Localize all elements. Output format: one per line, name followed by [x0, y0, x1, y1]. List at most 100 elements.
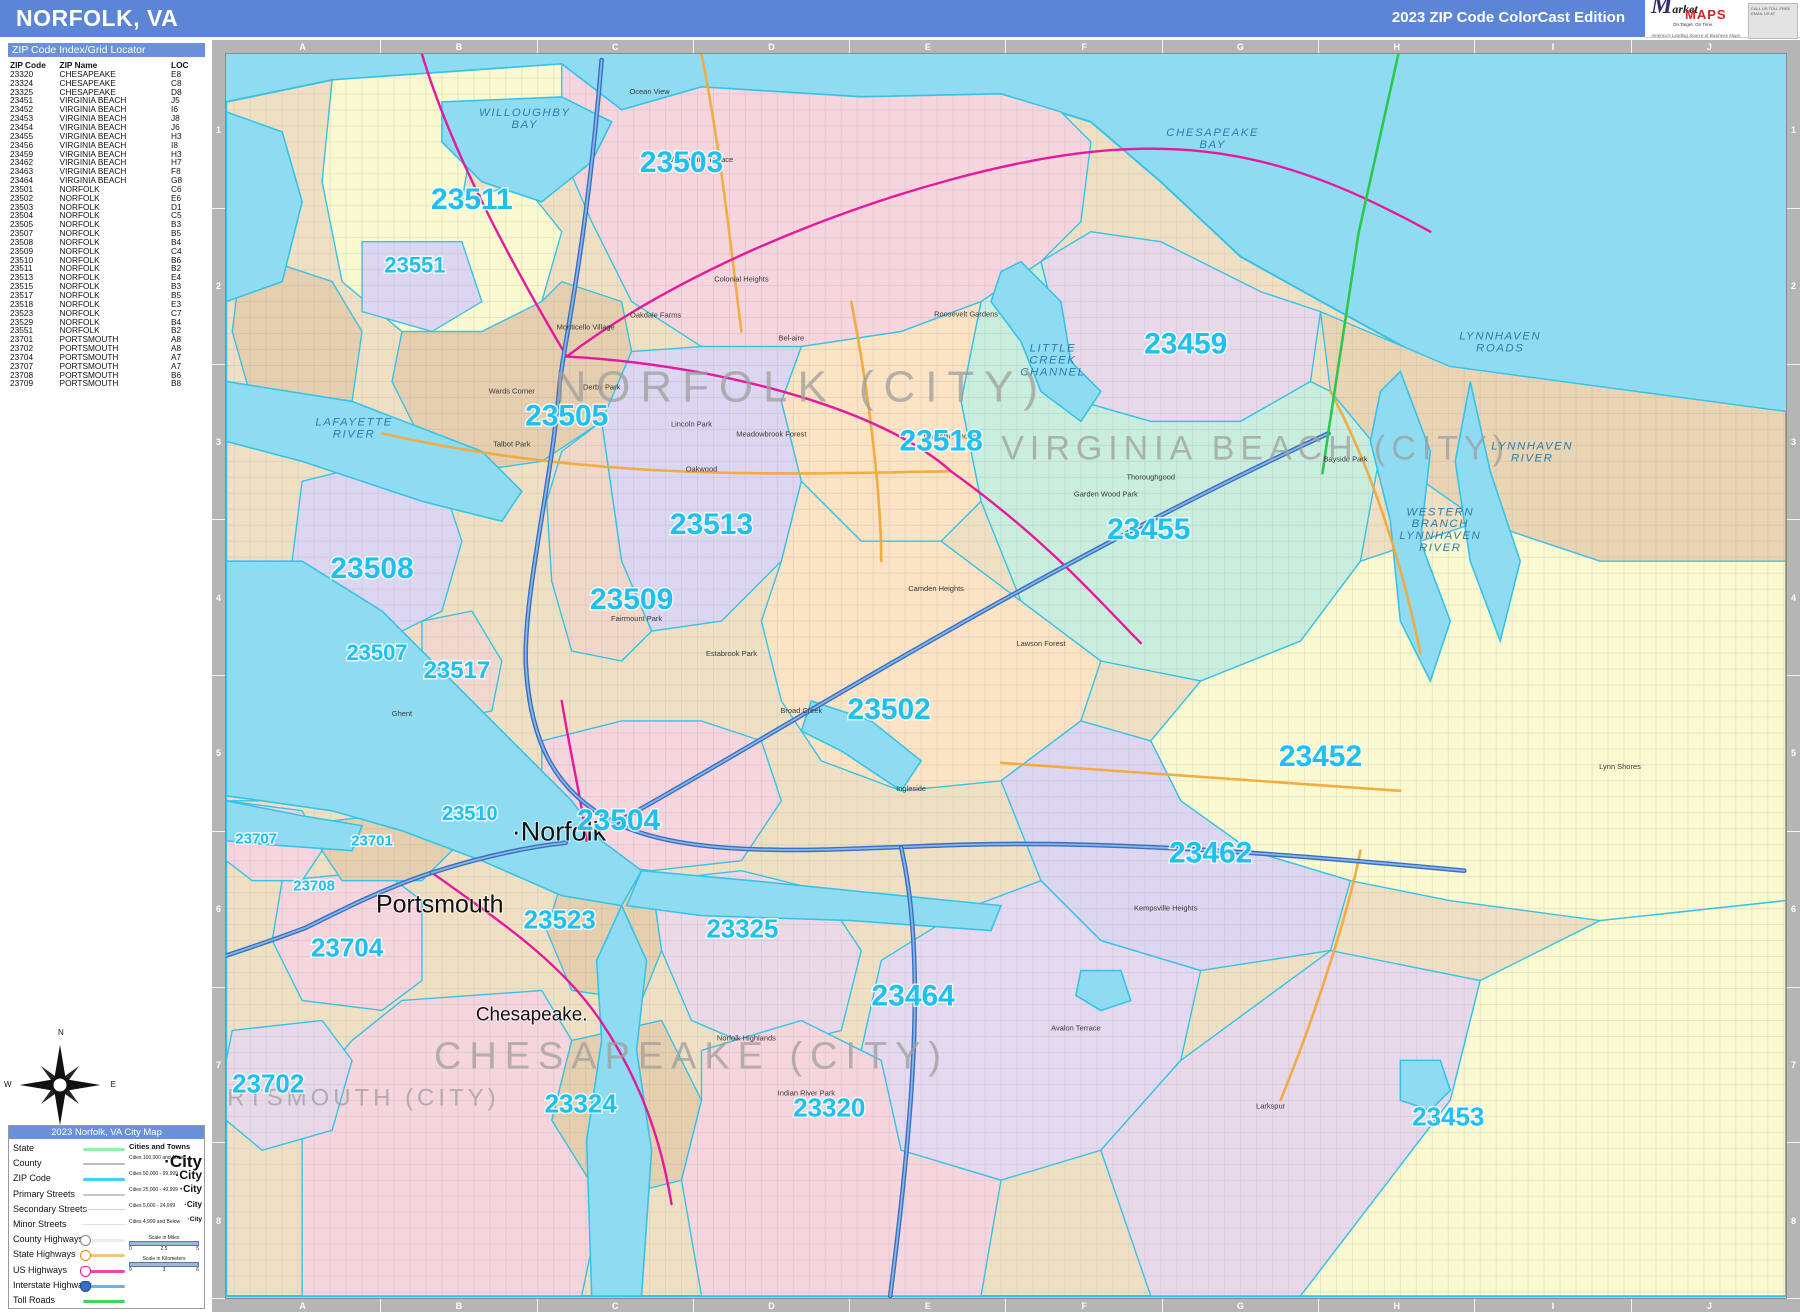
- grid-letter-F: F: [1006, 40, 1162, 53]
- city-class-label: Cities 5,000 - 24,999: [129, 1203, 175, 1209]
- city-class-row: Cities 25,000 - 49,999·City: [127, 1183, 203, 1199]
- grid-number-6: 6: [1787, 832, 1800, 988]
- city-sample-text: ·City: [175, 1168, 202, 1182]
- logo-tagline: On Target. On Time.: [1673, 20, 1751, 30]
- zip-code-label-23708: 23708: [293, 878, 335, 895]
- place-label: Ingleside: [896, 784, 926, 793]
- zip-code-label-23462: 23462: [1169, 837, 1252, 870]
- grid-letter-J: J: [1632, 40, 1787, 53]
- us-highway-shield-icon: [80, 1266, 91, 1277]
- page-title: NORFOLK, VA: [16, 5, 178, 32]
- legend-line-swatch: [83, 1148, 125, 1151]
- legend-item: Secondary Streets: [9, 1202, 127, 1217]
- compass-rose-graphic: [12, 1037, 108, 1133]
- legend-item: Primary Streets: [9, 1187, 127, 1202]
- edition-label: 2023 ZIP Code ColorCast Edition: [1392, 9, 1625, 26]
- city-class-row: Cities 100,000 and Above·City: [127, 1151, 203, 1167]
- zip-code-label-23320: 23320: [793, 1094, 865, 1122]
- place-label: Colonial Heights: [714, 275, 769, 284]
- zip-code-label-23505: 23505: [525, 399, 608, 432]
- zip-code-label-23508: 23508: [330, 552, 413, 585]
- compass-north-label: N: [58, 1028, 64, 1037]
- city-sample-text: ·City: [180, 1184, 202, 1195]
- legend-line-swatch: [83, 1224, 125, 1225]
- zip-code-label-23464: 23464: [872, 979, 956, 1012]
- grid-letter-C: C: [538, 1299, 694, 1312]
- zip-code-label-23504: 23504: [577, 804, 661, 837]
- contact-line: EMAIL US AT: [1751, 11, 1795, 16]
- grid-number-1: 1: [1787, 53, 1800, 209]
- city-class-row: Cities 4,999 and Below·City: [127, 1215, 203, 1231]
- place-label: Meadowbrook Forest: [736, 429, 807, 438]
- zip-code-label-23510: 23510: [442, 803, 498, 825]
- legend-item-label: ZIP Code: [13, 1173, 51, 1183]
- grid-letter-E: E: [850, 40, 1006, 53]
- place-label: Avalon Terrace: [1051, 1023, 1101, 1032]
- grid-numbers-left: 12345678: [212, 53, 225, 1299]
- zip-code-label-23452: 23452: [1279, 740, 1362, 773]
- legend-item: County Highways: [9, 1232, 127, 1247]
- zip-code-label-23551: 23551: [384, 253, 445, 278]
- zip-code-label-23324: 23324: [545, 1090, 618, 1118]
- zip-code-label-23523: 23523: [524, 907, 596, 935]
- legend-item: State Highways: [9, 1247, 127, 1262]
- city-class-label: Cities 50,000 - 99,999: [129, 1171, 178, 1177]
- legend-title: 2023 Norfolk, VA City Map: [9, 1126, 204, 1139]
- grid-letter-G: G: [1163, 40, 1319, 53]
- city-class-row: Cities 5,000 - 24,999·City: [127, 1199, 203, 1215]
- zip-code-cell: 23709: [10, 379, 60, 388]
- legend-item-label: County Highways: [13, 1234, 83, 1244]
- grid-letter-B: B: [381, 40, 537, 53]
- legend-item-label: County: [13, 1158, 42, 1168]
- zip-code-label-23503: 23503: [640, 146, 723, 179]
- grid-number-5: 5: [1787, 676, 1800, 832]
- grid-letter-J: J: [1632, 1299, 1787, 1312]
- legend-item-label: State: [13, 1143, 34, 1153]
- grid-letter-H: H: [1319, 1299, 1475, 1312]
- grid-letter-I: I: [1475, 1299, 1631, 1312]
- legend-city-classes: Cities 100,000 and Above·City Cities 50,0…: [127, 1151, 203, 1231]
- place-label: Broad Creek: [780, 706, 822, 715]
- grid-letter-D: D: [694, 1299, 850, 1312]
- place-label: Garden Wood Park: [1074, 489, 1138, 498]
- place-label: Lynn Shores: [1599, 762, 1641, 771]
- grid-number-4: 4: [1787, 520, 1800, 676]
- city-area-label: CHESAPEAKE (CITY): [434, 1035, 949, 1077]
- grid-letter-D: D: [694, 40, 850, 53]
- zip-code-label-23507: 23507: [346, 640, 407, 665]
- city-sample-text: ·City: [188, 1216, 202, 1223]
- place-label: Camden Heights: [908, 584, 964, 593]
- grid-number-5: 5: [212, 676, 225, 832]
- grid-letter-F: F: [1006, 1299, 1162, 1312]
- zip-code-label-23517: 23517: [424, 657, 491, 684]
- logo-m-glyph: M: [1651, 0, 1672, 19]
- town-label: Portsmouth: [376, 891, 504, 919]
- grid-number-8: 8: [1787, 1143, 1800, 1299]
- grid-number-3: 3: [1787, 365, 1800, 521]
- place-label: Monticello Village: [557, 323, 615, 332]
- county-highway-shield-icon: [80, 1235, 91, 1246]
- legend-item-label: Minor Streets: [13, 1219, 67, 1229]
- scale-miles: Scale in Miles 02.55: [129, 1235, 199, 1252]
- grid-number-4: 4: [212, 520, 225, 676]
- legend-line-swatch: [83, 1209, 125, 1211]
- compass-east-label: E: [111, 1080, 116, 1089]
- city-area-label: VIRGINIA BEACH (CITY): [1001, 429, 1510, 467]
- brand-contact-box: CALL US TOLL FREE EMAIL US AT: [1748, 3, 1798, 39]
- grid-letter-A: A: [225, 40, 381, 53]
- legend-cities-title: Cities and Towns: [129, 1142, 203, 1151]
- town-label: Chesapeake.: [476, 1004, 588, 1025]
- zip-index-table: ZIP CodeZIP NameLOC 23320CHESAPEAKEE8233…: [10, 61, 202, 388]
- map-frame: ABCDEFGHIJ ABCDEFGHIJ 12345678 12345678 …: [212, 40, 1800, 1312]
- zip-code-label-23707: 23707: [235, 831, 277, 848]
- scale-kilometers: Scale in Kilometers 036: [129, 1256, 199, 1273]
- legend-cities-column: Cities and Towns Cities 100,000 and Abov…: [127, 1141, 203, 1273]
- zip-index-title: ZIP Code Index/Grid Locator: [8, 43, 205, 57]
- place-label: Kempsville Heights: [1134, 904, 1198, 913]
- legend-item: Interstate Highways: [9, 1278, 127, 1293]
- place-label: Bel-aire: [778, 334, 804, 343]
- table-row: 23709PORTSMOUTHB8: [10, 379, 202, 388]
- state-highway-shield-icon: [80, 1250, 91, 1261]
- place-label: Estabrook Park: [706, 649, 757, 658]
- city-area-label: NORFOLK (CITY): [555, 362, 1048, 411]
